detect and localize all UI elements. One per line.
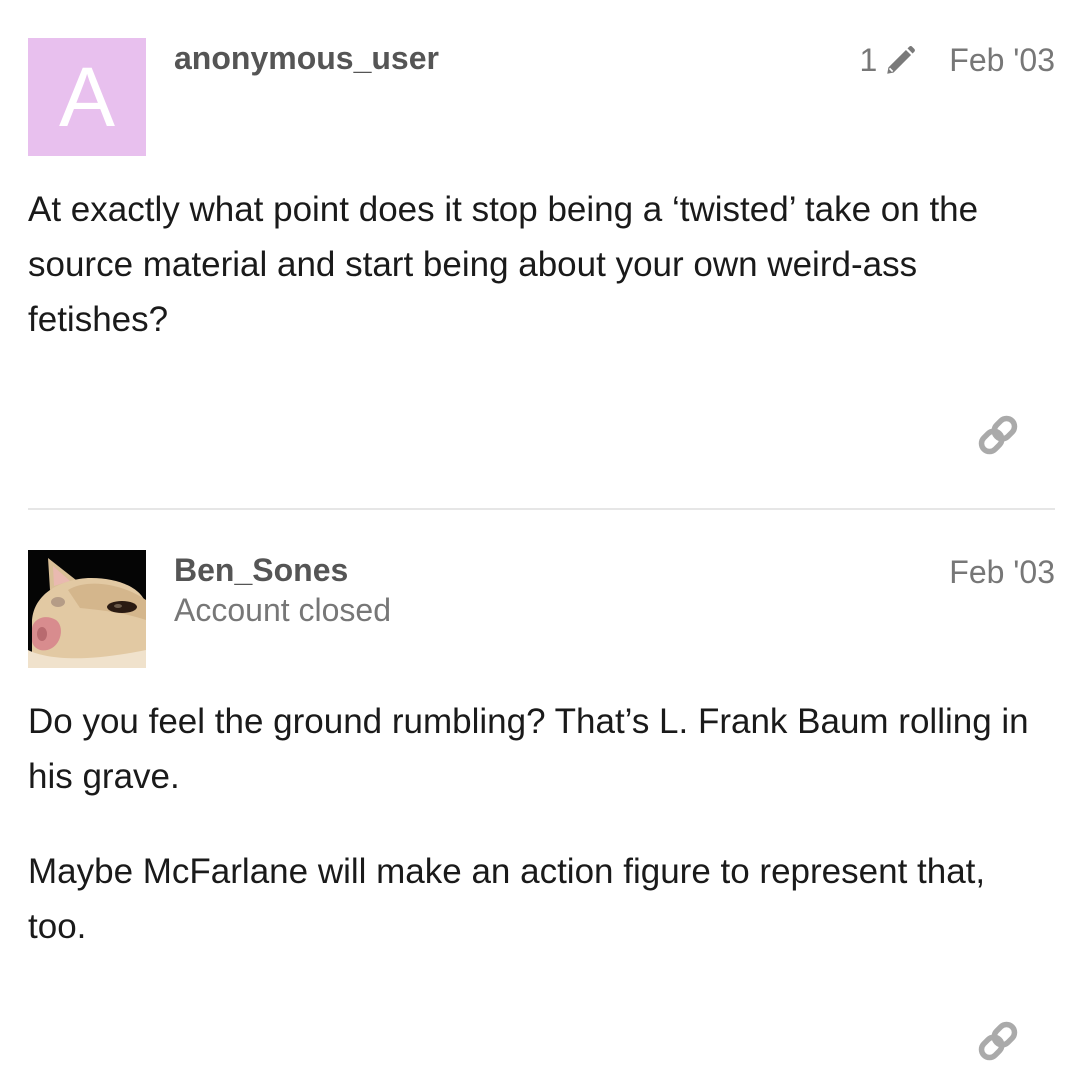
link-icon[interactable] <box>973 1016 1023 1066</box>
post-paragraph: Do you feel the ground rumbling? That’s … <box>28 702 1029 796</box>
username[interactable]: Ben_Sones <box>174 552 348 589</box>
link-icon[interactable] <box>973 410 1023 460</box>
username[interactable]: anonymous_user <box>174 40 439 77</box>
post-body: At exactly what point does it stop being… <box>28 182 1048 387</box>
avatar[interactable] <box>28 550 146 668</box>
post-paragraph: Maybe McFarlane will make an action figu… <box>28 852 986 946</box>
post-meta: 1 Feb '03 <box>859 42 1055 79</box>
post-paragraph: At exactly what point does it stop being… <box>28 190 979 339</box>
user-status: Account closed <box>174 592 392 628</box>
post-divider <box>28 508 1055 510</box>
edit-history-button[interactable]: 1 <box>859 42 917 79</box>
pencil-icon <box>887 45 916 74</box>
post: Ben_Sones Account closed Feb '03 Do you … <box>28 550 1055 1075</box>
post-meta: Feb '03 <box>917 554 1055 591</box>
post-date[interactable]: Feb '03 <box>949 42 1055 79</box>
post-date[interactable]: Feb '03 <box>949 554 1055 591</box>
post-body: Do you feel the ground rumbling? That’s … <box>28 694 1048 994</box>
avatar[interactable]: A <box>28 38 146 156</box>
edit-count: 1 <box>859 42 878 78</box>
post: A anonymous_user 1 Feb '03 At exactly wh… <box>28 38 1055 508</box>
cat-avatar-image <box>28 550 146 668</box>
